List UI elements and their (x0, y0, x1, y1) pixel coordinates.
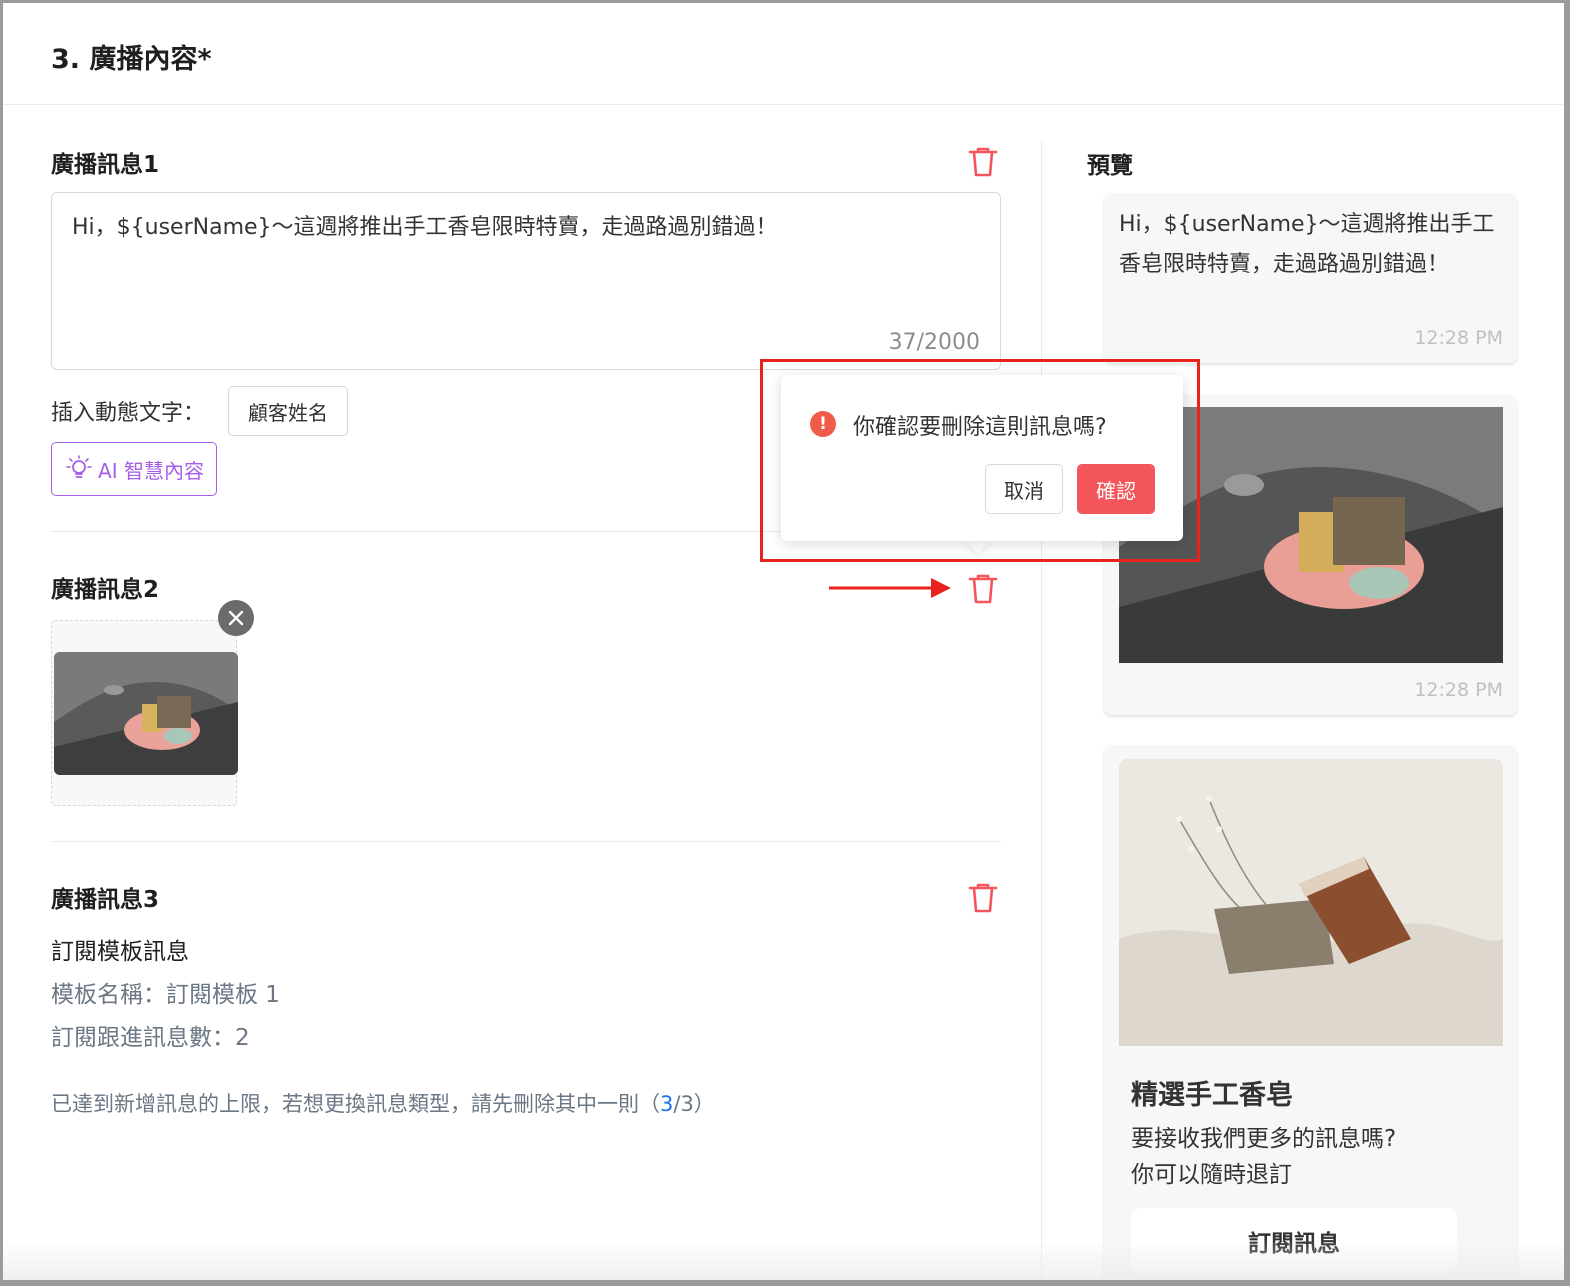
insert-dynamic-text-label: 插入動態文字： (51, 401, 206, 426)
limit-note-suffix: /3） (673, 1092, 715, 1116)
divider (51, 841, 1001, 842)
preview-card-desc-line1: 要接收我們更多的訊息嗎? (1131, 1126, 1397, 1152)
preview-image-time: 12:28 PM (1414, 679, 1503, 701)
insert-customer-name-button[interactable]: 顧客姓名 (228, 386, 348, 436)
trash-icon (968, 147, 998, 177)
preview-text-bubble: Hi，${userName}～這週將推出手工香皂限時特賣，走過路過別錯過！ 12… (1104, 193, 1517, 363)
lightbulb-icon (66, 455, 92, 478)
message2-image-upload[interactable] (51, 620, 238, 806)
broadcast-content-panel: 3. 廣播內容* 廣播訊息1 Hi，${userName}～這週將推出手工香皂限… (3, 3, 1564, 1280)
message3-delete-button[interactable] (966, 880, 1000, 914)
preview-title: 預覽 (1087, 153, 1133, 179)
ai-content-label: AI 智慧內容 (98, 458, 204, 483)
message2-delete-button[interactable] (966, 571, 1000, 605)
close-icon (228, 610, 244, 626)
editor-column: 廣播訊息1 Hi，${userName}～這週將推出手工香皂限時特賣，走過路過別… (51, 105, 1001, 1280)
preview-card-desc: 要接收我們更多的訊息嗎? 你可以隨時退訂 (1131, 1121, 1396, 1193)
limit-note-prefix: 已達到新增訊息的上限，若想更換訊息類型，請先刪除其中一則（ (51, 1092, 660, 1116)
annotation-highlight-box (760, 359, 1200, 562)
preview-card-desc-line2: 你可以隨時退訂 (1131, 1162, 1292, 1188)
remove-image-button[interactable] (218, 600, 254, 636)
message2-title: 廣播訊息2 (51, 577, 160, 603)
message1-char-count: 37/2000 (888, 330, 980, 355)
message3-title: 廣播訊息3 (51, 887, 160, 913)
trash-icon (968, 574, 998, 604)
message-limit-note: 已達到新增訊息的上限，若想更換訊息類型，請先刪除其中一則（3/3） (51, 1088, 715, 1118)
message3-followup-count: 訂閱跟進訊息數：2 (51, 1025, 250, 1051)
preview-text: Hi，${userName}～這週將推出手工香皂限時特賣，走過路過別錯過！ (1119, 212, 1495, 277)
preview-card-image (1119, 759, 1503, 1046)
message1-delete-button[interactable] (966, 144, 1000, 178)
limit-note-current: 3 (660, 1092, 674, 1116)
trash-icon (968, 883, 998, 913)
message3-template-name: 模板名稱：訂閱模板 1 (51, 982, 280, 1008)
section-header: 3. 廣播內容* (3, 3, 1564, 105)
annotation-arrow-icon (829, 578, 951, 598)
section-title: 3. 廣播內容* (51, 44, 212, 75)
soap-image-thumbnail (54, 652, 238, 775)
message3-type: 訂閱模板訊息 (51, 939, 189, 965)
message1-textarea[interactable]: Hi，${userName}～這週將推出手工香皂限時特賣，走過路過別錯過！ 37… (51, 192, 1001, 370)
column-divider (1041, 141, 1042, 1280)
preview-card-title: 精選手工香皂 (1131, 1080, 1293, 1111)
message1-text: Hi，${userName}～這週將推出手工香皂限時特賣，走過路過別錯過！ (72, 215, 778, 240)
bottom-fade (3, 1240, 1564, 1280)
preview-column: 預覽 Hi，${userName}～這週將推出手工香皂限時特賣，走過路過別錯過！… (1087, 105, 1517, 1280)
ai-content-button[interactable]: AI 智慧內容 (51, 442, 217, 496)
preview-text-time: 12:28 PM (1414, 327, 1503, 349)
message1-title: 廣播訊息1 (51, 152, 160, 178)
preview-card-bubble (1104, 745, 1517, 1280)
